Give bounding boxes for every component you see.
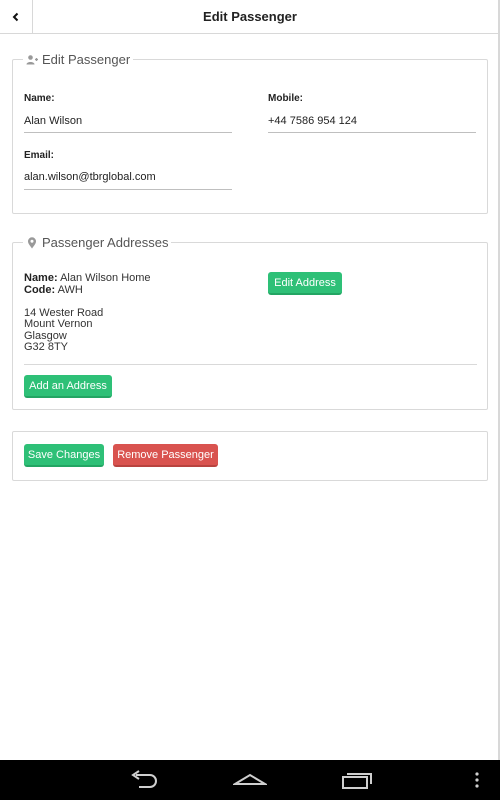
edit-passenger-legend: Edit Passenger — [23, 52, 133, 67]
email-label: Email: — [24, 150, 55, 161]
address-line: G32 8TY — [24, 341, 69, 353]
save-changes-button[interactable]: Save Changes — [24, 444, 104, 467]
name-label: Name: — [24, 93, 55, 104]
overflow-menu-icon — [475, 772, 479, 788]
back-arrow-icon — [131, 770, 157, 788]
edit-address-button[interactable]: Edit Address — [268, 272, 342, 295]
address-name-value: Alan Wilson Home — [60, 272, 151, 284]
address-code-label: Code: — [24, 284, 56, 296]
mobile-input[interactable]: +44 7586 954 124 — [268, 115, 476, 133]
page-title: Edit Passenger — [203, 9, 297, 24]
recent-apps-icon — [342, 773, 372, 789]
add-address-button[interactable]: Add an Address — [24, 375, 112, 398]
nav-home-button[interactable] — [233, 770, 267, 790]
address-code: Code: AWH — [24, 285, 83, 296]
top-app-bar: Edit Passenger — [0, 0, 500, 34]
nav-back-button[interactable] — [127, 770, 159, 790]
remove-passenger-button[interactable]: Remove Passenger — [113, 444, 218, 467]
user-plus-icon — [26, 54, 38, 64]
nav-menu-button[interactable] — [472, 770, 482, 790]
passenger-addresses-legend-text: Passenger Addresses — [42, 235, 169, 250]
mobile-label: Mobile: — [268, 93, 303, 104]
name-input[interactable]: Alan Wilson — [24, 115, 232, 133]
email-input[interactable]: alan.wilson@tbrglobal.com — [24, 171, 232, 190]
edit-passenger-legend-text: Edit Passenger — [42, 52, 131, 67]
address-name-label: Name: — [24, 272, 58, 284]
address-divider — [24, 364, 477, 365]
home-icon — [233, 773, 267, 785]
address-code-value: AWH — [57, 284, 83, 296]
nav-recents-button[interactable] — [341, 770, 373, 790]
address-name: Name: Alan Wilson Home — [24, 273, 151, 284]
address-line: Mount Vernon — [24, 318, 93, 330]
map-marker-icon — [28, 236, 36, 248]
system-navigation-bar — [0, 760, 500, 800]
passenger-addresses-legend: Passenger Addresses — [23, 235, 171, 250]
